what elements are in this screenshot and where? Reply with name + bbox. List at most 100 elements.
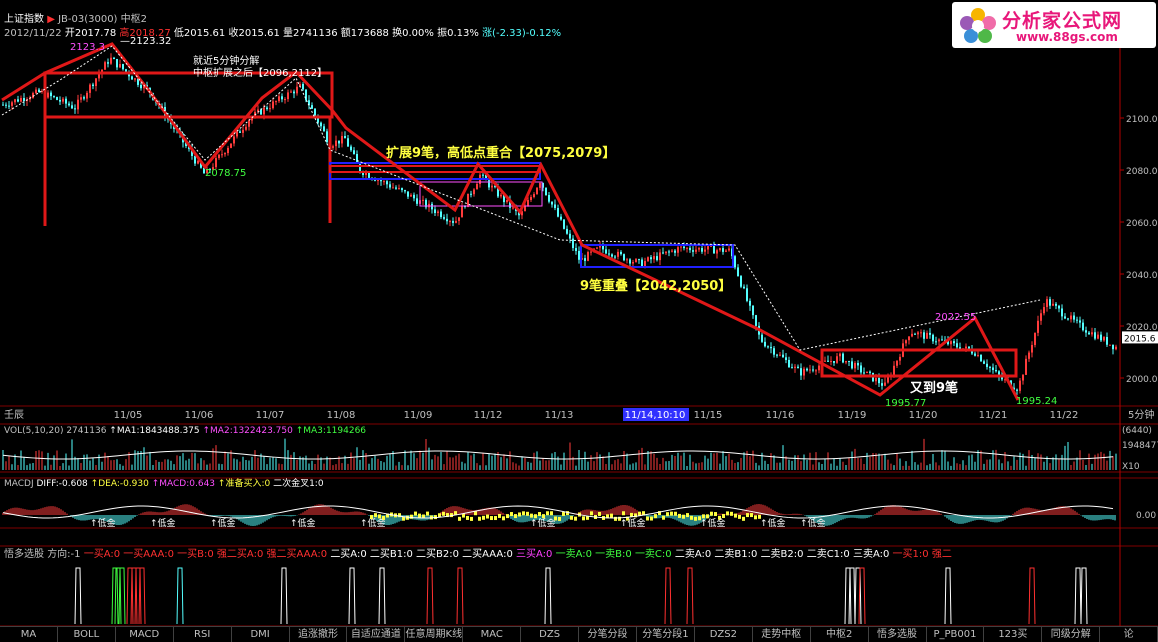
macd-tag: ↑低金 <box>620 517 646 529</box>
candle-body <box>557 207 559 217</box>
candle-body <box>1028 352 1030 359</box>
candle-body <box>578 250 580 260</box>
candle-body <box>236 131 238 137</box>
macd-signal-mark <box>518 512 521 517</box>
signal-item: 悟多选股 <box>4 547 47 560</box>
tab-indicator[interactable]: DZS2 <box>694 626 753 642</box>
candle-body <box>524 206 526 212</box>
tab-indicator[interactable]: 分笔分段 <box>579 626 637 642</box>
macd-tag: ↑低金 <box>150 517 176 529</box>
candle-body <box>347 138 349 147</box>
tab-indicator[interactable]: 论 <box>1100 626 1158 642</box>
candle-body <box>1070 315 1072 320</box>
candle-body <box>941 339 943 341</box>
signal-item: 一买1:0 <box>893 548 932 560</box>
candle-body <box>68 103 70 106</box>
candle-body <box>1088 332 1090 335</box>
macd-signal-mark <box>562 511 565 516</box>
candle-body <box>653 256 655 260</box>
signal-item: 二买A:0 <box>330 548 370 560</box>
candle-body <box>923 332 925 339</box>
signal-spike <box>944 567 952 625</box>
candle-body <box>5 104 7 106</box>
candle-body <box>284 99 286 101</box>
tab-indicator[interactable]: 追涨撤形 <box>289 626 348 642</box>
vol-label: VOL(5,10,20) 2741136 ↑MA1:1843488.375 ↑M… <box>4 426 366 436</box>
candle-body <box>785 357 787 360</box>
tab-indicator[interactable]: MAC <box>463 626 522 642</box>
candle-body <box>500 194 502 197</box>
macd-signal-mark <box>598 511 601 516</box>
macd-signal-mark <box>726 511 729 516</box>
candle-body <box>992 367 994 371</box>
candle-body <box>1112 344 1114 350</box>
candle-body <box>626 259 628 261</box>
tab-indicator[interactable]: 分笔分段1 <box>636 626 695 642</box>
macd-label-part: DIFF:-0.608 <box>37 479 89 489</box>
candle-body <box>239 131 241 133</box>
macd-label-part: 二次金叉1:0 <box>270 477 324 489</box>
tab-indicator[interactable]: DMI <box>231 626 290 642</box>
candle-body <box>950 341 952 345</box>
macd-signal-mark <box>674 511 677 516</box>
macd-signal-mark <box>486 514 489 519</box>
tab-indicator[interactable]: 同级分解 <box>1042 626 1101 642</box>
candle-body <box>14 99 16 103</box>
tab-indicator[interactable]: RSI <box>173 626 232 642</box>
site-logo[interactable]: 分析家公式网 www.88gs.com <box>952 2 1156 48</box>
candle-body <box>437 211 439 214</box>
signal-item: 二卖C1:0 <box>807 548 853 560</box>
candle-body <box>8 105 10 107</box>
candle-body <box>914 333 916 335</box>
macd-signal-mark <box>694 516 697 521</box>
volume-bars: VOL(5,10,20) 2741136 ↑MA1:1843488.375 ↑M… <box>2 426 1158 472</box>
zhongshu-boxes <box>43 71 1018 378</box>
candle-body <box>221 154 223 156</box>
tab-indicator[interactable]: P_PB001 <box>926 626 985 642</box>
candle-body <box>527 199 529 207</box>
candle-body <box>830 361 832 363</box>
candle-body <box>656 256 658 261</box>
pivot-high-label-2: 2022.55 <box>935 312 976 323</box>
vol-label-part: ↑MA3:1194266 <box>293 426 366 436</box>
x-axis-label: 11/13 <box>545 410 574 421</box>
macd-signal-mark <box>574 516 577 521</box>
candle-body <box>917 332 919 335</box>
candle-body <box>713 245 715 254</box>
tab-indicator[interactable]: 走势中枢 <box>752 626 811 642</box>
tab-indicator[interactable]: 自适应通道 <box>347 626 406 642</box>
candle-body <box>413 194 415 199</box>
macd-label-part: ↑MACD:0.643 <box>149 479 215 489</box>
candle-body <box>407 191 409 197</box>
macd-tag: ↑低金 <box>700 517 726 529</box>
tab-indicator[interactable]: 任意周期K线 <box>405 626 464 642</box>
logo-name: 分析家公式网 <box>1002 10 1123 32</box>
tab-indicator[interactable]: 中枢2 <box>810 626 869 642</box>
candle-body <box>389 184 391 188</box>
candle-body <box>242 129 244 133</box>
candle-body <box>455 220 457 223</box>
macd-signal-mark <box>534 514 537 519</box>
candle-body <box>779 354 781 356</box>
candle-body <box>74 108 76 110</box>
candle-body <box>341 135 343 144</box>
candle-body <box>287 92 289 100</box>
tab-indicator[interactable]: MACD <box>115 626 174 642</box>
macd-signal-mark <box>482 515 485 520</box>
tab-indicator[interactable]: 悟多选股 <box>868 626 927 642</box>
candle-body <box>884 382 886 386</box>
candle-body <box>338 140 340 144</box>
candle-body <box>539 182 541 188</box>
macd-signal-mark <box>470 516 473 521</box>
candle-body <box>932 334 934 342</box>
tab-indicator[interactable]: 123买 <box>984 626 1043 642</box>
tab-indicator[interactable]: DZS <box>521 626 580 642</box>
candle-body <box>818 365 820 371</box>
candle-body <box>116 59 118 68</box>
tab-indicator[interactable]: BOLL <box>57 626 116 642</box>
candle-body <box>533 194 535 198</box>
candle-body <box>1022 374 1024 381</box>
candle-body <box>1058 305 1060 309</box>
candle-body <box>275 101 277 103</box>
tab-indicator[interactable]: MA <box>0 626 58 642</box>
